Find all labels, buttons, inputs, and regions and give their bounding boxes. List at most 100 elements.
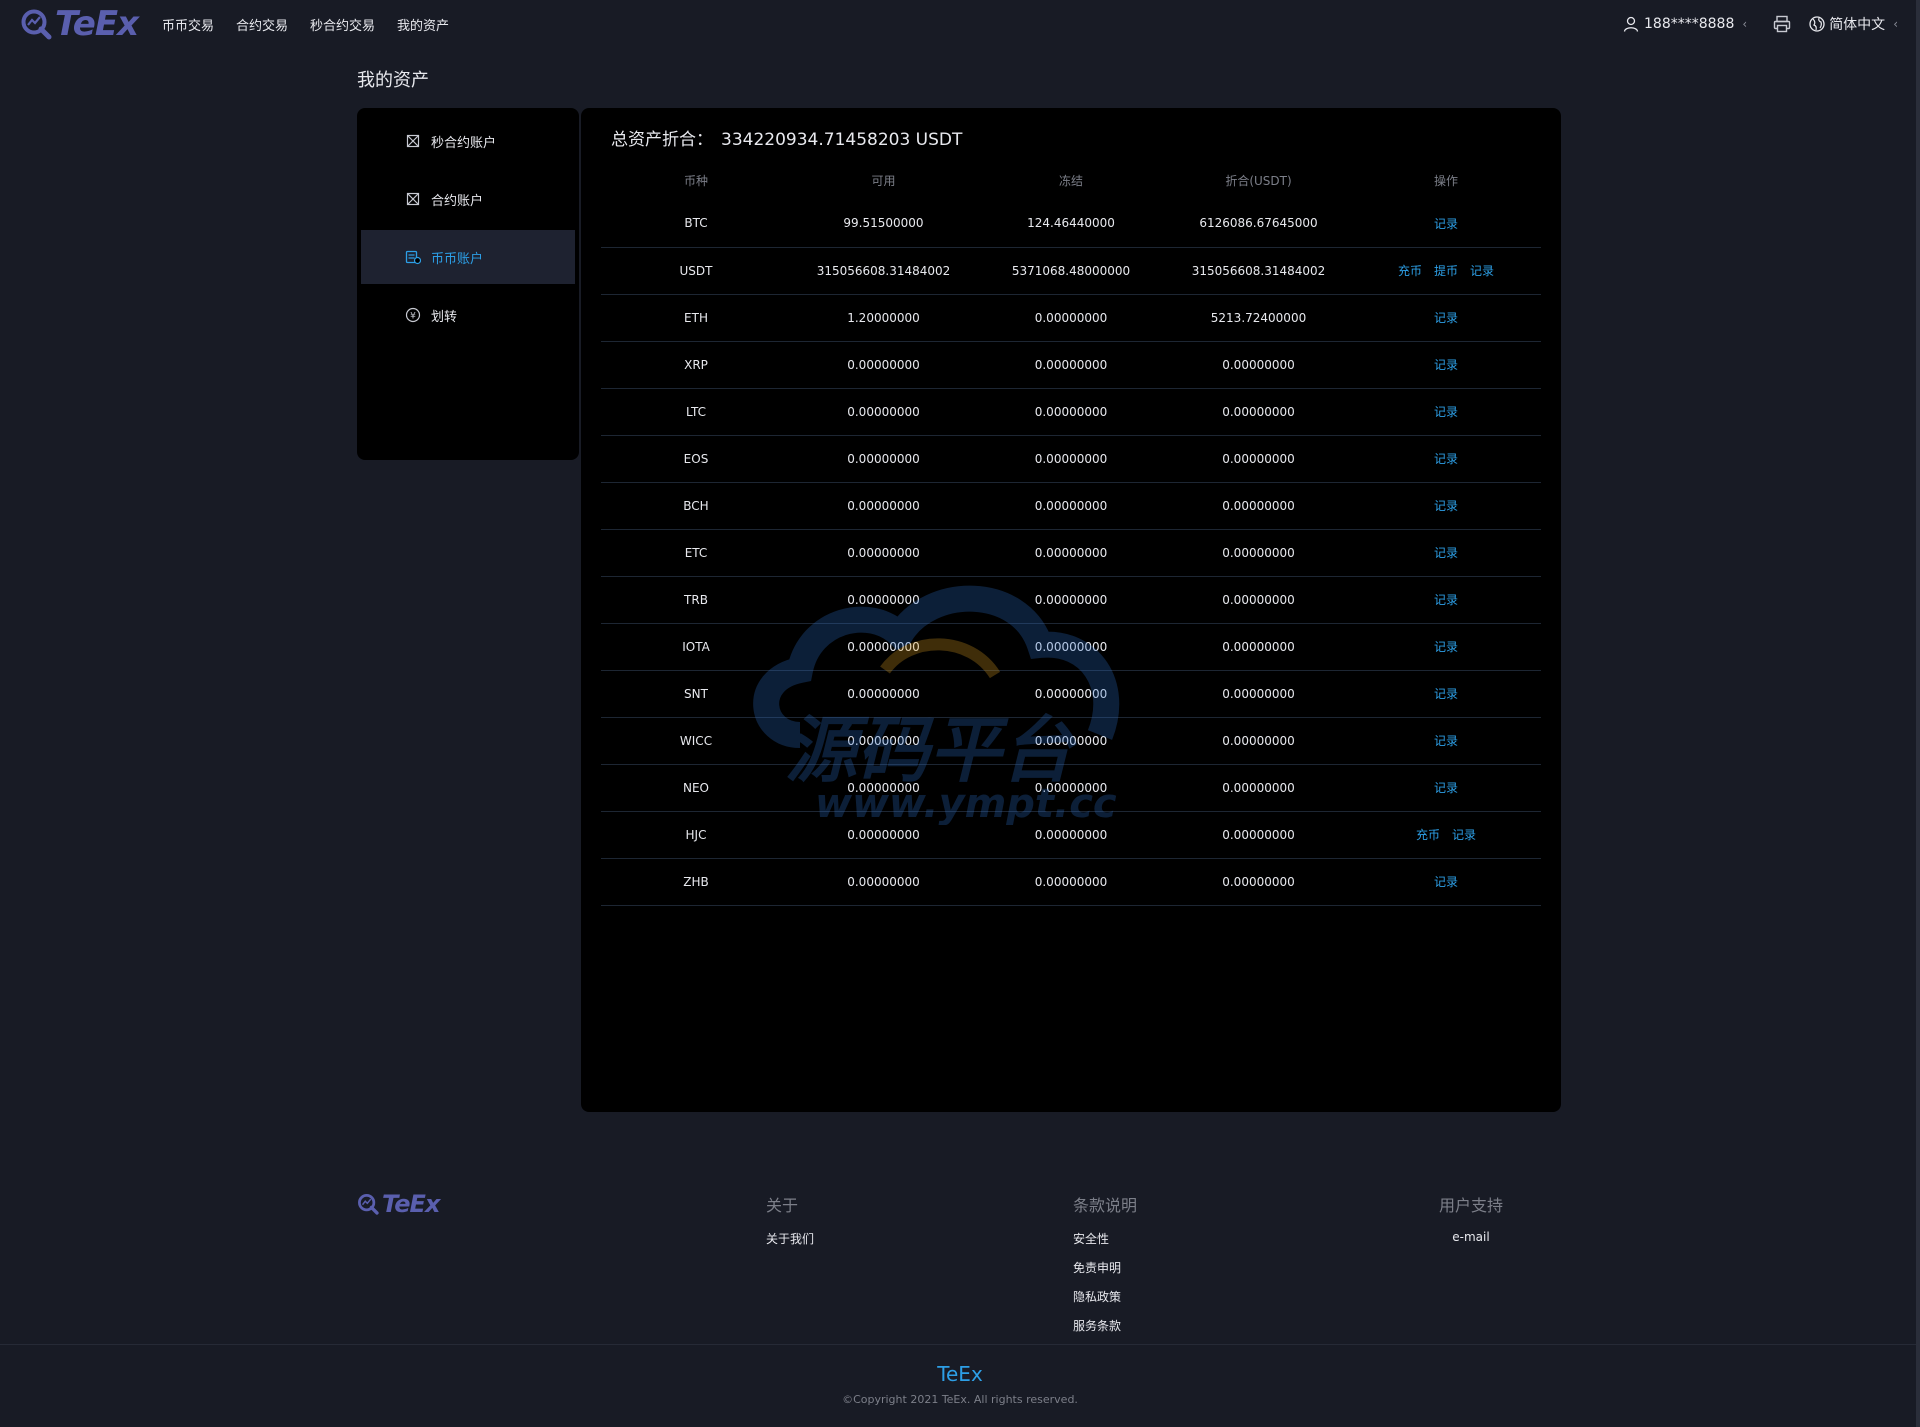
printer-icon bbox=[1773, 15, 1791, 33]
svg-text:¥: ¥ bbox=[410, 312, 416, 322]
record-link[interactable]: 记录 bbox=[1434, 217, 1458, 231]
cell-actions: 记录 bbox=[1351, 294, 1541, 342]
globe-icon bbox=[1809, 16, 1825, 32]
cell-coin: BTC bbox=[601, 200, 791, 248]
footer-logo[interactable]: TeEx bbox=[357, 1190, 440, 1218]
cell-actions: 记录 bbox=[1351, 576, 1541, 624]
nav-my-assets[interactable]: 我的资产 bbox=[397, 15, 449, 34]
cell-coin: USDT bbox=[601, 247, 791, 295]
cell-actions: 记录 bbox=[1351, 858, 1541, 906]
sidebar-item-contract-account[interactable]: 合约账户 bbox=[361, 172, 575, 226]
record-link[interactable]: 记录 bbox=[1434, 358, 1458, 372]
cell-usdt: 0.00000000 bbox=[1166, 529, 1351, 577]
cell-usdt: 6126086.67645000 bbox=[1166, 200, 1351, 248]
user-phone: 188****8888 bbox=[1644, 16, 1735, 32]
footer-terms-column: 条款说明 安全性 免责申明 隐私政策 服务条款 bbox=[1073, 1192, 1137, 1346]
footer-link-security[interactable]: 安全性 bbox=[1073, 1230, 1137, 1247]
cell-coin: TRB bbox=[601, 576, 791, 624]
table-row: USDT 315056608.31484002 5371068.48000000 31… bbox=[601, 247, 1541, 295]
cell-available: 0.00000000 bbox=[791, 482, 976, 530]
table-row: HJC 0.00000000 0.00000000 0.00000000 充币 记录 bbox=[601, 811, 1541, 859]
deposit-link[interactable]: 充币 bbox=[1398, 264, 1422, 278]
nav-second-contract-trading[interactable]: 秒合约交易 bbox=[310, 15, 375, 34]
footer-link-email[interactable]: e-mail bbox=[1439, 1230, 1503, 1244]
record-link[interactable]: 记录 bbox=[1434, 593, 1458, 607]
footer-copyright: ©Copyright 2021 TeEx. All rights reserve… bbox=[842, 1393, 1078, 1406]
sidebar-item-label: 秒合约账户 bbox=[431, 135, 497, 151]
cell-frozen: 124.46440000 bbox=[976, 200, 1166, 248]
cell-frozen: 0.00000000 bbox=[976, 764, 1166, 812]
chevron-left-icon: ‹ bbox=[1742, 17, 1748, 31]
cell-frozen: 0.00000000 bbox=[976, 623, 1166, 671]
user-menu[interactable]: 188****8888 ‹ bbox=[1623, 16, 1747, 32]
main-nav: 币币交易 合约交易 秒合约交易 我的资产 bbox=[162, 0, 471, 48]
record-link[interactable]: 记录 bbox=[1434, 546, 1458, 560]
cell-coin: BCH bbox=[601, 482, 791, 530]
cell-available: 0.00000000 bbox=[791, 717, 976, 765]
footer-support-column: 用户支持 e-mail bbox=[1439, 1192, 1503, 1256]
record-link[interactable]: 记录 bbox=[1470, 264, 1494, 278]
nav-spot-trading[interactable]: 币币交易 bbox=[162, 15, 214, 34]
table-header-row: 币种 可用 冻结 折合(USDT) 操作 bbox=[601, 160, 1541, 200]
cell-usdt: 0.00000000 bbox=[1166, 435, 1351, 483]
cell-coin: EOS bbox=[601, 435, 791, 483]
cell-available: 0.00000000 bbox=[791, 576, 976, 624]
table-row: ETC 0.00000000 0.00000000 0.00000000 记录 bbox=[601, 529, 1541, 577]
user-icon bbox=[1623, 16, 1639, 32]
logo-text: TeEx bbox=[55, 4, 139, 44]
cell-frozen: 0.00000000 bbox=[976, 482, 1166, 530]
cell-coin: IOTA bbox=[601, 623, 791, 671]
record-link[interactable]: 记录 bbox=[1434, 499, 1458, 513]
page-title: 我的资产 bbox=[357, 70, 429, 91]
cell-usdt: 0.00000000 bbox=[1166, 764, 1351, 812]
footer-link-privacy[interactable]: 隐私政策 bbox=[1073, 1288, 1137, 1305]
record-link[interactable]: 记录 bbox=[1434, 640, 1458, 654]
cell-usdt: 0.00000000 bbox=[1166, 717, 1351, 765]
logo[interactable]: TeEx bbox=[20, 4, 139, 44]
cell-available: 0.00000000 bbox=[791, 388, 976, 436]
record-link[interactable]: 记录 bbox=[1452, 828, 1476, 842]
deposit-link[interactable]: 充币 bbox=[1416, 828, 1440, 842]
logo-magnifier-icon bbox=[21, 9, 52, 40]
cell-actions: 记录 bbox=[1351, 200, 1541, 248]
nav-contract-trading[interactable]: 合约交易 bbox=[236, 15, 288, 34]
sidebar-item-transfer[interactable]: ¥ 划转 bbox=[361, 288, 575, 342]
record-link[interactable]: 记录 bbox=[1434, 687, 1458, 701]
footer-terms-title: 条款说明 bbox=[1073, 1196, 1138, 1215]
cell-actions: 记录 bbox=[1351, 623, 1541, 671]
footer-divider bbox=[0, 1344, 1920, 1345]
record-link[interactable]: 记录 bbox=[1434, 734, 1458, 748]
transfer-icon: ¥ bbox=[405, 307, 421, 323]
cell-usdt: 0.00000000 bbox=[1166, 623, 1351, 671]
column-header-available: 可用 bbox=[871, 173, 896, 188]
footer-link-about-us[interactable]: 关于我们 bbox=[766, 1230, 814, 1247]
table-row: XRP 0.00000000 0.00000000 0.00000000 记录 bbox=[601, 341, 1541, 389]
total-assets-label: 总资产折合： bbox=[611, 130, 713, 150]
table-row: TRB 0.00000000 0.00000000 0.00000000 记录 bbox=[601, 576, 1541, 624]
record-link[interactable]: 记录 bbox=[1434, 781, 1458, 795]
cell-coin: ETC bbox=[601, 529, 791, 577]
sidebar-item-spot-account[interactable]: 币币账户 bbox=[361, 230, 575, 284]
cell-frozen: 0.00000000 bbox=[976, 388, 1166, 436]
footer-about-column: 关于 关于我们 bbox=[766, 1192, 814, 1259]
cell-actions: 充币 记录 bbox=[1351, 811, 1541, 859]
cell-coin: LTC bbox=[601, 388, 791, 436]
print-button[interactable] bbox=[1773, 15, 1791, 33]
record-link[interactable]: 记录 bbox=[1434, 405, 1458, 419]
footer-link-disclaimer[interactable]: 免责申明 bbox=[1073, 1259, 1137, 1276]
withdraw-link[interactable]: 提币 bbox=[1434, 264, 1458, 278]
record-link[interactable]: 记录 bbox=[1434, 311, 1458, 325]
record-link[interactable]: 记录 bbox=[1434, 875, 1458, 889]
record-link[interactable]: 记录 bbox=[1434, 452, 1458, 466]
language-selector[interactable]: 简体中文 ‹ bbox=[1809, 14, 1898, 34]
cell-coin: ZHB bbox=[601, 858, 791, 906]
total-assets: 总资产折合： 334220934.71458203 USDT bbox=[611, 125, 962, 150]
cell-frozen: 0.00000000 bbox=[976, 576, 1166, 624]
table-row: ETH 1.20000000 0.00000000 5213.72400000 记录 bbox=[601, 294, 1541, 342]
sidebar-item-second-contract-account[interactable]: 秒合约账户 bbox=[361, 114, 575, 168]
cell-frozen: 0.00000000 bbox=[976, 529, 1166, 577]
cell-actions: 记录 bbox=[1351, 341, 1541, 389]
footer-link-terms-of-service[interactable]: 服务条款 bbox=[1073, 1317, 1137, 1334]
page-scrollbar[interactable] bbox=[1916, 0, 1920, 1427]
cell-usdt: 5213.72400000 bbox=[1166, 294, 1351, 342]
